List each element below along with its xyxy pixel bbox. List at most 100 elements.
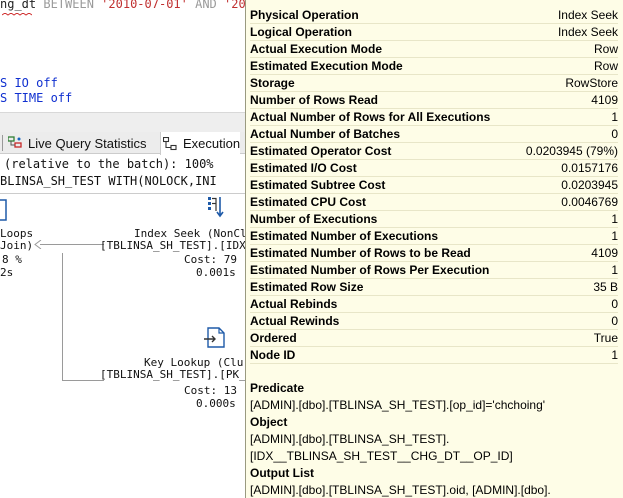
property-list: Physical Operation Index Seek Logical Oper…: [246, 0, 623, 364]
property-value: 0.0203945 (79%): [525, 144, 618, 158]
tab-separator: [2, 135, 3, 151]
index-seek-node-cost: Cost: 79: [184, 253, 237, 266]
output-list-label: Output List: [250, 466, 314, 480]
property-row: Estimated CPU Cost 0.0046769: [250, 194, 618, 211]
property-name: Actual Rewinds: [250, 314, 340, 328]
property-row: Logical Operation Index Seek: [250, 24, 618, 41]
property-value: Index Seek: [557, 25, 618, 39]
plan-connector-lookup-horizontal: [62, 380, 104, 381]
property-name: Estimated Number of Rows to be Read: [250, 246, 471, 260]
property-name: Actual Rebinds: [250, 297, 338, 311]
nested-loops-icon[interactable]: [0, 198, 10, 224]
tab-execution-plan-label: Execution: [183, 136, 241, 151]
loops-node-type: Join): [0, 239, 34, 252]
execution-plan-icon: [163, 136, 177, 150]
key-lookup-icon[interactable]: [204, 325, 228, 351]
property-value: 1: [611, 348, 618, 362]
property-row: Physical Operation Index Seek: [250, 7, 618, 24]
property-row: Actual Execution Mode Row: [250, 41, 618, 58]
property-value: Row: [593, 59, 618, 73]
operator-properties-tooltip: Physical Operation Index Seek Logical Oper…: [245, 0, 623, 498]
property-row: Number of Executions 1: [250, 211, 618, 228]
property-name: Actual Number of Rows for All Executions: [250, 110, 491, 124]
property-row: Actual Rebinds 0: [250, 296, 618, 313]
property-value: 1: [611, 229, 618, 243]
property-row: Storage RowStore: [250, 75, 618, 92]
property-row: Estimated Number of Executions 1: [250, 228, 618, 245]
property-value: 0.0157176: [561, 161, 618, 175]
plan-query-cost-header: (relative to the batch): 100%: [4, 157, 214, 171]
loops-node-cost: 8 %: [2, 253, 22, 266]
property-value: True: [593, 331, 618, 345]
property-row: Actual Rewinds 0: [250, 313, 618, 330]
code-line-statistics-time: S TIME off: [0, 91, 73, 105]
predicate-label: Predicate: [250, 381, 305, 395]
property-value: 1: [611, 263, 618, 277]
property-name: Actual Number of Batches: [250, 127, 401, 141]
code-line-statistics-io: S IO off: [0, 76, 58, 90]
property-value: 35 B: [593, 280, 618, 294]
property-value: 0.0203945: [561, 178, 618, 192]
object-section: Object [ADMIN].[dbo].[TBLINSA_SH_TEST]. …: [246, 414, 623, 465]
plan-connector-seek: [40, 244, 104, 245]
property-name: Estimated I/O Cost: [250, 161, 357, 175]
editor-results-splitter[interactable]: [0, 112, 245, 132]
property-name: Estimated CPU Cost: [250, 195, 367, 209]
property-value: 0: [611, 127, 618, 141]
tab-live-query-statistics[interactable]: Live Query Statistics: [2, 132, 147, 154]
property-name: Logical Operation: [250, 25, 353, 39]
property-value: 1: [611, 212, 618, 226]
property-name: Physical Operation: [250, 8, 359, 22]
object-label: Object: [250, 415, 288, 429]
predicate-value: [ADMIN].[dbo].[TBLINSA_SH_TEST].[op_id]=…: [250, 398, 546, 412]
property-name: Actual Execution Mode: [250, 42, 383, 56]
query-editor[interactable]: ng_dt BETWEEN '2010-07-01' AND '202 S IO…: [0, 0, 245, 112]
property-name: Storage: [250, 76, 295, 90]
loops-node-time: 2s: [0, 266, 14, 279]
squiggle-underline: [2, 13, 32, 16]
property-value: 1: [611, 110, 618, 124]
property-name: Estimated Operator Cost: [250, 144, 392, 158]
property-value: 0.0046769: [561, 195, 618, 209]
predicate-section: Predicate [ADMIN].[dbo].[TBLINSA_SH_TEST…: [246, 380, 623, 414]
index-seek-node-time: 0.001s: [196, 266, 236, 279]
key-lookup-node-object: [TBLINSA_SH_TEST].[PK_: [100, 368, 245, 381]
arrow-left-icon: [34, 240, 42, 249]
property-row: Estimated Operator Cost 0.0203945 (79%): [250, 143, 618, 160]
property-row: Estimated Row Size 35 B: [250, 279, 618, 296]
output-list-value: [ADMIN].[dbo].[TBLINSA_SH_TEST].oid, [AD…: [250, 483, 551, 497]
property-name: Estimated Row Size: [250, 280, 364, 294]
code-line-between: ng_dt BETWEEN '2010-07-01' AND '202: [0, 0, 245, 11]
index-seek-icon[interactable]: [206, 195, 230, 221]
live-statistics-icon: [8, 136, 22, 148]
plan-connector-lookup-vertical: [62, 253, 63, 380]
object-value-line-1: [ADMIN].[dbo].[TBLINSA_SH_TEST].: [250, 432, 450, 446]
property-row: Estimated Number of Rows Per Execution 1: [250, 262, 618, 279]
key-lookup-node-time: 0.000s: [196, 397, 236, 410]
tab-execution-plan[interactable]: Execution: [160, 132, 241, 155]
property-name: Number of Executions: [250, 212, 378, 226]
plan-query-text: BLINSA_SH_TEST WITH(NOLOCK,INI: [0, 174, 217, 188]
property-row: Estimated I/O Cost 0.0157176: [250, 160, 618, 177]
property-name: Estimated Number of Rows Per Execution: [250, 263, 490, 277]
results-tab-bar: Live Query Statistics Execution: [0, 132, 245, 155]
key-lookup-node-cost: Cost: 13: [184, 384, 237, 397]
property-row: Node ID 1: [250, 347, 618, 364]
property-value: 4109: [591, 93, 618, 107]
property-row: Estimated Execution Mode Row: [250, 58, 618, 75]
property-name: Estimated Subtree Cost: [250, 178, 386, 192]
property-row: Estimated Subtree Cost 0.0203945: [250, 177, 618, 194]
property-value: 0: [611, 314, 618, 328]
plan-header-divider: [0, 193, 245, 194]
object-value-line-2: [IDX__TBLINSA_SH_TEST__CHG_DT__OP_ID]: [250, 449, 513, 463]
property-name: Number of Rows Read: [250, 93, 379, 107]
property-name: Estimated Number of Executions: [250, 229, 439, 243]
tab-live-query-statistics-label: Live Query Statistics: [28, 135, 147, 151]
property-row: Ordered True: [250, 330, 618, 347]
property-value: Row: [593, 42, 618, 56]
property-row: Number of Rows Read 4109: [250, 92, 618, 109]
execution-plan-canvas[interactable]: (relative to the batch): 100% BLINSA_SH_…: [0, 155, 245, 498]
property-value: Index Seek: [557, 8, 618, 22]
property-value: RowStore: [565, 76, 618, 90]
output-list-section: Output List [ADMIN].[dbo].[TBLINSA_SH_TE…: [246, 465, 623, 498]
